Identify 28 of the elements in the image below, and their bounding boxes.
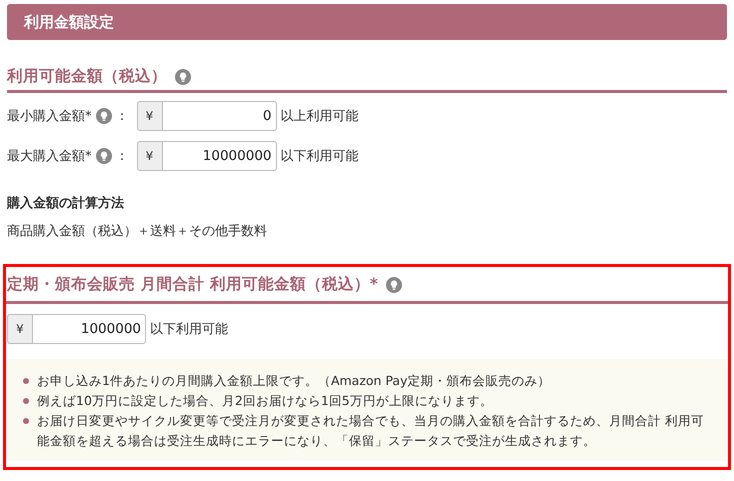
colon: ：	[116, 108, 128, 125]
section-title: 利用可能金額（税込）	[7, 66, 167, 87]
currency-prefix: ¥	[136, 141, 162, 171]
bullet-icon	[23, 398, 29, 404]
amount-field[interactable]: 0	[162, 101, 276, 131]
field-suffix: 以上利用可能	[280, 108, 358, 125]
section-title: 定期・頒布会販売 月間合計 利用可能金額（税込）*	[7, 274, 378, 295]
currency-prefix: ¥	[7, 314, 32, 344]
colon: ：	[116, 148, 128, 165]
field-suffix: 以下利用可能	[150, 321, 228, 338]
field-suffix: 以下利用可能	[280, 148, 358, 165]
hint-icon[interactable]	[386, 276, 402, 292]
field-label: 最大購入金額*	[7, 148, 92, 165]
bullet-icon	[23, 378, 29, 384]
hint-icon[interactable]	[96, 108, 112, 124]
bullet-icon	[23, 418, 29, 424]
amount-field[interactable]: 1000000	[32, 314, 146, 344]
calc-text: 商品購入金額（税込）＋送料＋その他手数料	[7, 223, 268, 240]
section-header: 利用金額設定	[7, 4, 727, 40]
note-text: お申し込み1件あたりの月間購入金額上限です。（Amazon Pay定期・頒布会販売のみ）	[37, 372, 550, 390]
field-label: 最小購入金額*	[7, 108, 92, 125]
hint-icon[interactable]	[175, 68, 191, 84]
currency-prefix: ¥	[136, 101, 162, 131]
note-text: お届け日変更やサイクル変更等で受注月が変更された場合でも、当月の購入金額を合計するため、月間合計 利用可能金額を超える場合は受注生成時にエラーになり、「保留」ステータスで受注が生成されます。	[37, 412, 705, 450]
note-text: 例えば10万円に設定した場合、月2回お届けなら1回5万円が上限になります。	[37, 392, 493, 410]
calc-heading: 購入金額の計算方法	[7, 194, 125, 212]
amount-field[interactable]: 10000000	[162, 141, 276, 171]
hint-icon[interactable]	[96, 148, 112, 164]
